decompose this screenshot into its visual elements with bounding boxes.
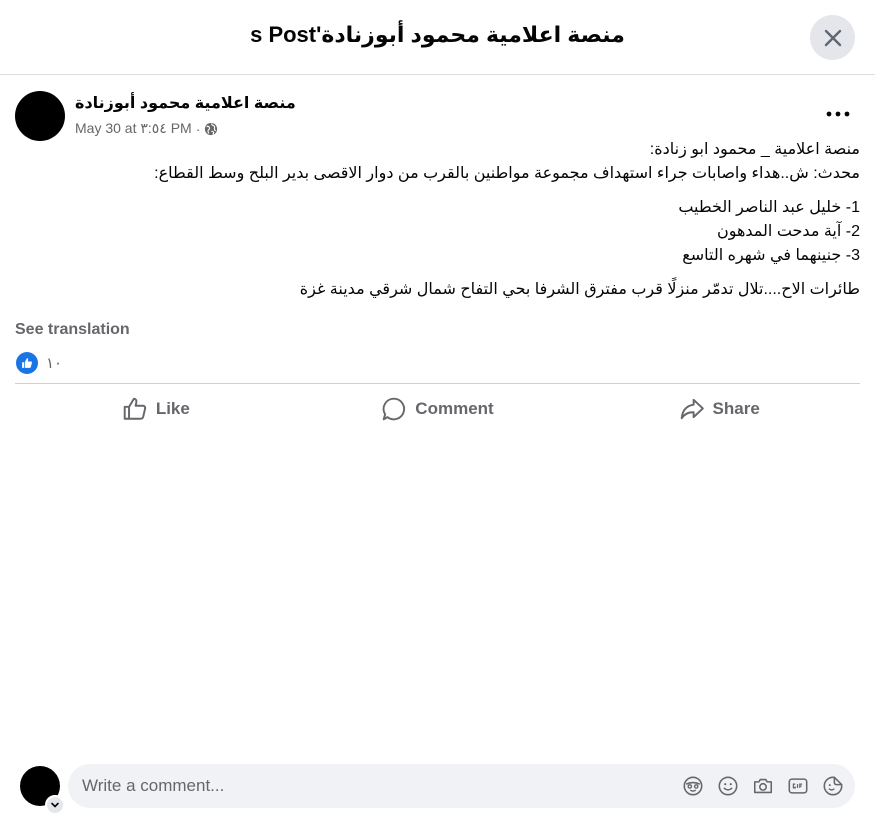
meta-separator: ·: [195, 120, 201, 137]
see-translation-link[interactable]: See translation: [15, 321, 130, 339]
gif-icon[interactable]: [786, 774, 810, 798]
sticker-icon[interactable]: [821, 774, 845, 798]
post-dialog: منصة اعلامية محمود أبوزنادة's Post منصة …: [0, 0, 875, 832]
thumbs-up-icon: [16, 352, 38, 374]
post-list-item: 3- جنينهما في شهره التاسع: [682, 247, 860, 264]
comment-label: Comment: [415, 399, 494, 418]
post-list-item: 1- خليل عبد الناصر الخطيب: [678, 199, 860, 216]
post-actions: Like Comment Share: [15, 389, 860, 429]
divider: [15, 383, 860, 384]
post-timestamp[interactable]: May 30 at ٣:٥٤ PM: [75, 120, 192, 137]
post-line: منصة اعلامية _ محمود ابو زنادة:: [649, 141, 860, 158]
emoji-icon[interactable]: [716, 774, 740, 798]
like-icon: [123, 397, 146, 420]
close-button[interactable]: [810, 15, 855, 60]
more-options-button[interactable]: [818, 98, 858, 130]
post-line: محدث: ش..هداء واصابات جراء استهداف مجموع…: [154, 165, 860, 182]
comment-input[interactable]: [82, 764, 662, 808]
post-line: طائرات الاح....تلال تدمّر منزلًا قرب مفت…: [299, 281, 860, 298]
dialog-title: منصة اعلامية محمود أبوزنادة's Post: [250, 22, 625, 47]
post-text: منصة اعلامية _ محمود ابو زنادة: محدث: ش.…: [15, 138, 860, 312]
comment-button[interactable]: Comment: [297, 389, 579, 429]
share-label: Share: [712, 399, 760, 418]
reactions-summary[interactable]: ١٠: [16, 352, 62, 374]
comment-icon: [382, 397, 406, 421]
composer-icons: [681, 774, 845, 798]
chevron-down-icon[interactable]: [45, 795, 65, 815]
comment-composer: [68, 764, 855, 808]
dialog-header: منصة اعلامية محمود أبوزنادة's Post: [0, 0, 875, 75]
more-dots-icon: [826, 111, 850, 117]
author-avatar[interactable]: [15, 91, 65, 141]
reaction-count: ١٠: [46, 355, 63, 372]
close-icon: [824, 29, 841, 46]
like-label: Like: [155, 399, 190, 418]
camera-icon[interactable]: [751, 774, 775, 798]
author-name[interactable]: منصة اعلامية محمود أبوزنادة: [75, 93, 296, 113]
avatar-sticker-icon[interactable]: [681, 774, 705, 798]
share-icon: [680, 398, 704, 420]
globe-icon[interactable]: [204, 122, 218, 136]
share-button[interactable]: Share: [578, 389, 860, 429]
like-button[interactable]: Like: [15, 389, 297, 429]
post-list-item: 2- آية مدحت المدهون: [716, 223, 860, 240]
post-meta: May 30 at ٣:٥٤ PM ·: [75, 120, 218, 137]
